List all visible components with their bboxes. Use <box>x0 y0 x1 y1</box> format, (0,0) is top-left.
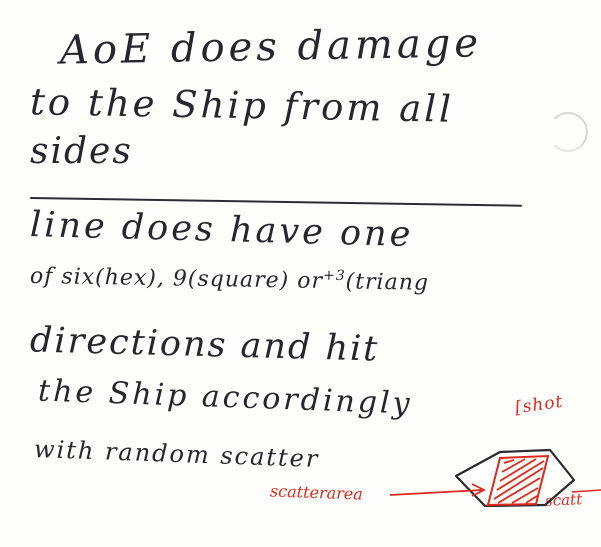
scatter-hatching <box>493 458 545 504</box>
scatt-lead <box>571 489 601 493</box>
ship-scatter-sketch <box>389 448 601 508</box>
scatter-arrow <box>389 489 483 496</box>
index-card: AoE does damage to the Ship from all sid… <box>0 0 601 547</box>
